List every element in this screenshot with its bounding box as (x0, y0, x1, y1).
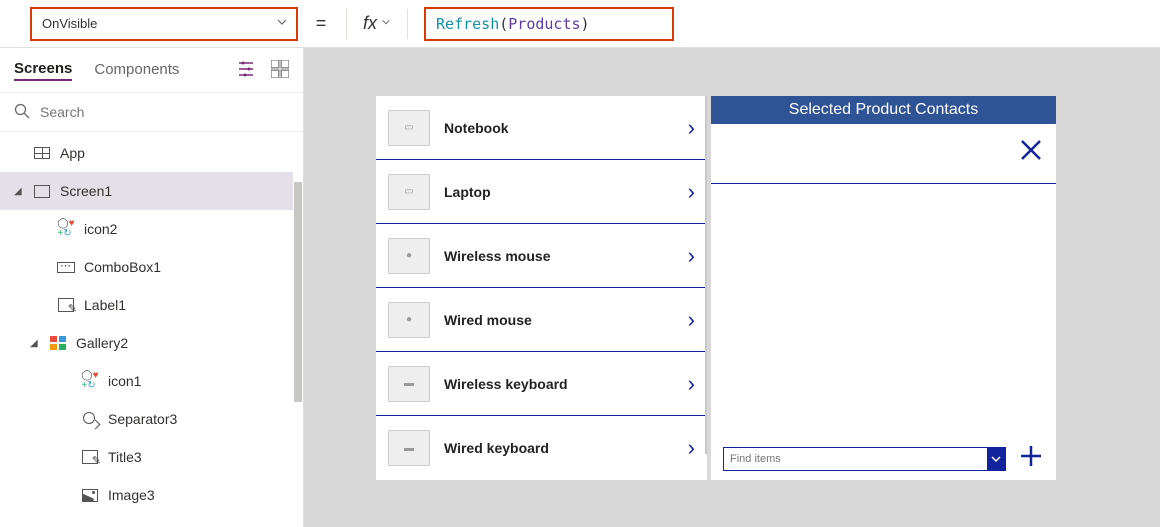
label-icon (56, 298, 76, 312)
chevron-right-icon[interactable]: › (688, 243, 695, 269)
tree-caret-expanded[interactable]: ◢ (30, 338, 40, 349)
fx-button[interactable]: fx (363, 13, 391, 34)
property-selector-value: OnVisible (42, 16, 97, 31)
tree-app[interactable]: App (0, 134, 303, 172)
tree-title3[interactable]: Title3 (0, 438, 303, 476)
gallery-item-title: Wired keyboard (444, 440, 674, 456)
gallery-item-title: Notebook (444, 120, 674, 136)
screen-icon (32, 185, 52, 198)
tree-label: icon1 (108, 373, 141, 389)
gallery-control[interactable]: ▭ Notebook › ▭ Laptop › ● Wireless mouse… (376, 96, 707, 480)
find-items-combobox[interactable] (723, 447, 1006, 471)
tree-caret-expanded[interactable]: ◢ (14, 186, 24, 197)
tree-image3[interactable]: Image3 (0, 476, 303, 514)
separator (346, 9, 347, 39)
tree-label: Label1 (84, 297, 126, 313)
gallery-item[interactable]: ▬ Wireless keyboard › (376, 352, 707, 416)
tree-icon1[interactable]: ◯♥+↻ icon1 (0, 362, 303, 400)
screen-icon (32, 147, 52, 159)
grid-view-icon[interactable] (271, 60, 289, 81)
product-thumbnail: ▬ (388, 366, 430, 402)
tree-scrollbar[interactable] (293, 132, 303, 527)
search-input[interactable] (40, 104, 289, 120)
scrollbar-thumb[interactable] (294, 182, 302, 402)
formula-input[interactable]: Refresh( Products ) (424, 7, 674, 41)
design-canvas[interactable]: ▭ Notebook › ▭ Laptop › ● Wireless mouse… (304, 48, 1160, 527)
icon-control-icon: ◯♥+↻ (80, 371, 100, 391)
details-body (711, 184, 1056, 438)
add-icon[interactable] (1018, 443, 1044, 475)
chevron-right-icon[interactable]: › (688, 307, 695, 333)
equals-sign: = (312, 13, 330, 34)
separator-icon (80, 412, 100, 426)
tree-label: icon2 (84, 221, 117, 237)
gallery-item-title: Wireless mouse (444, 248, 674, 264)
gallery-item[interactable]: ▭ Notebook › (376, 96, 707, 160)
tree-label: Separator3 (108, 411, 177, 427)
formula-token-datasource: Products (508, 15, 580, 33)
details-panel: Selected Product Contacts (711, 96, 1056, 480)
close-icon[interactable] (1018, 137, 1044, 171)
image-icon (80, 489, 100, 502)
chevron-down-icon[interactable] (987, 448, 1005, 470)
gallery-item-title: Wireless keyboard (444, 376, 674, 392)
formula-toolbar: OnVisible = fx Refresh( Products ) (0, 0, 1160, 48)
tree-icon2[interactable]: ◯♥+↻ icon2 (0, 210, 303, 248)
product-thumbnail: ▭ (388, 110, 430, 146)
chevron-down-icon (381, 17, 391, 30)
tab-screens[interactable]: Screens (14, 60, 72, 81)
gallery-item[interactable]: ▭ Laptop › (376, 160, 707, 224)
tree-label: Image3 (108, 487, 155, 503)
control-tree: App ◢ Screen1 ◯♥+↻ icon2 ComboBox1 (0, 132, 303, 527)
tree-label: Title3 (108, 449, 142, 465)
gallery-item[interactable]: ● Wired mouse › (376, 288, 707, 352)
separator (407, 9, 408, 39)
tree-search[interactable] (0, 92, 303, 132)
label-icon (80, 450, 100, 464)
tree-label: App (60, 145, 85, 161)
gallery-item-title: Wired mouse (444, 312, 674, 328)
combobox-icon (56, 262, 76, 273)
tree-label: Gallery2 (76, 335, 128, 351)
gallery-scrollbar[interactable] (705, 96, 707, 454)
property-selector[interactable]: OnVisible (30, 7, 298, 41)
details-panel-header: Selected Product Contacts (711, 96, 1056, 124)
tree-label: Screen1 (60, 183, 112, 199)
gallery-item-title: Laptop (444, 184, 674, 200)
icon-control-icon: ◯♥+↻ (56, 219, 76, 239)
chevron-right-icon[interactable]: › (688, 435, 695, 461)
product-thumbnail: ▬ (388, 430, 430, 466)
app-frame: ▭ Notebook › ▭ Laptop › ● Wireless mouse… (376, 96, 1056, 480)
combobox-input[interactable] (730, 453, 987, 465)
tree-label: ComboBox1 (84, 259, 161, 275)
formula-token-paren: ) (581, 15, 590, 33)
formula-token-paren: ( (499, 15, 508, 33)
gallery-icon (48, 336, 68, 350)
tree-screen1[interactable]: ◢ Screen1 (0, 172, 303, 210)
chevron-right-icon[interactable]: › (688, 179, 695, 205)
product-thumbnail: ● (388, 238, 430, 274)
fx-label: fx (363, 13, 377, 34)
product-thumbnail: ● (388, 302, 430, 338)
tree-label1[interactable]: Label1 (0, 286, 303, 324)
product-thumbnail: ▭ (388, 174, 430, 210)
formula-token-function: Refresh (436, 15, 499, 33)
filter-icon[interactable] (239, 60, 257, 81)
tree-combobox1[interactable]: ComboBox1 (0, 248, 303, 286)
chevron-down-icon (276, 16, 288, 31)
chevron-right-icon[interactable]: › (688, 371, 695, 397)
search-icon (14, 103, 30, 122)
gallery-item[interactable]: ▬ Wired keyboard › (376, 416, 707, 480)
tree-gallery2[interactable]: ◢ Gallery2 (0, 324, 303, 362)
tree-separator3[interactable]: Separator3 (0, 400, 303, 438)
tab-components[interactable]: Components (94, 61, 179, 80)
tree-view-panel: Screens Components App (0, 48, 304, 527)
chevron-right-icon[interactable]: › (688, 115, 695, 141)
gallery-item[interactable]: ● Wireless mouse › (376, 224, 707, 288)
